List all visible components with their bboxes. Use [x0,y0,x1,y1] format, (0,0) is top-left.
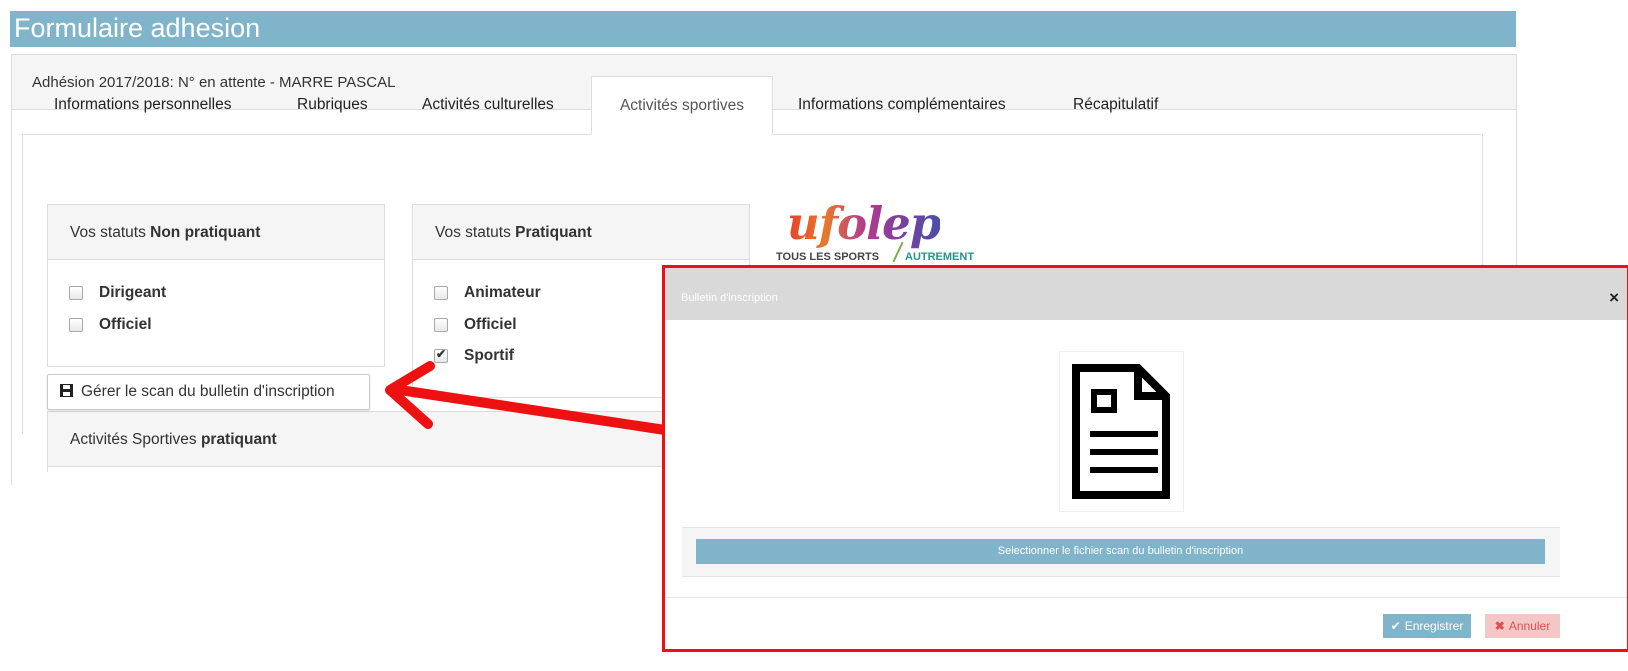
tab-recapitulatif[interactable]: Récapitulatif [1073,76,1158,133]
check-icon: ✔ [1390,619,1401,633]
checkbox-row-officiel-non-pratiquant[interactable]: Officiel [69,316,152,334]
tab-informations-personnelles[interactable]: Informations personnelles [54,76,232,133]
non-pratiquant-heading: Vos statuts Non pratiquant [48,205,384,260]
heading-prefix: Vos statuts [435,224,516,241]
logo-tagline-right: AUTREMENT [905,251,975,263]
checkbox-label: Dirigeant [99,284,167,301]
cancel-label: Annuler [1508,619,1551,633]
annotation-arrow [385,361,670,435]
select-file-button[interactable]: Selectionner le fichier scan du bulletin… [696,539,1545,564]
x-icon: ✖ [1494,619,1505,633]
pratiquant-heading: Vos statuts Pratiquant [413,205,749,260]
checkbox-officiel-pratiquant[interactable] [434,318,448,332]
page-title-bar: Formulaire adhesion [10,11,1516,47]
cancel-button[interactable]: ✖ Annuler [1485,614,1560,638]
tab-bar: Informations personnelles Rubriques Acti… [22,76,1481,135]
heading-prefix: Vos statuts [70,224,151,241]
tab-rubriques[interactable]: Rubriques [297,76,368,133]
checkbox-row-animateur[interactable]: Animateur [434,284,541,302]
ufolep-logo: ufolep TOUS LES SPORTS AUTREMENT [775,197,1005,265]
checkbox-label: Officiel [99,316,152,333]
checkbox-dirigeant[interactable] [69,286,83,300]
heading-bold: Pratiquant [515,224,592,241]
tab-activites-sportives[interactable]: Activités sportives [591,76,773,135]
floppy-disk-icon [60,384,73,400]
tab-informations-complementaires[interactable]: Informations complémentaires [798,76,1006,133]
logo-word: ufolep [787,197,941,250]
checkbox-row-officiel-pratiquant[interactable]: Officiel [434,316,517,334]
checkbox-officiel-non-pratiquant[interactable] [69,318,83,332]
modal-title: Bulletin d'inscription [681,292,778,304]
checkbox-label: Officiel [464,316,517,333]
document-icon [1072,364,1170,499]
heading-prefix: Activités Sportives [70,431,201,448]
file-select-well: Selectionner le fichier scan du bulletin… [682,527,1560,577]
document-preview [1059,351,1184,512]
non-pratiquant-box: Vos statuts Non pratiquant Dirigeant Off… [47,204,385,367]
modal-header: Bulletin d'inscription × [665,268,1627,320]
save-button[interactable]: ✔ Enregistrer [1383,614,1471,638]
checkbox-animateur[interactable] [434,286,448,300]
save-label: Enregistrer [1404,619,1464,633]
checkbox-label: Animateur [464,284,541,301]
manage-scan-label: Gérer le scan du bulletin d'inscription [81,383,335,400]
checkbox-row-dirigeant[interactable]: Dirigeant [69,284,166,302]
heading-bold: Non pratiquant [150,224,261,241]
manage-scan-button[interactable]: Gérer le scan du bulletin d'inscription [47,374,370,410]
logo-tagline-left: TOUS LES SPORTS [776,251,880,263]
heading-bold: pratiquant [200,431,277,448]
modal-footer-divider [665,597,1627,598]
tab-activites-culturelles[interactable]: Activités culturelles [422,76,554,133]
page-title: Formulaire adhesion [14,13,261,43]
bulletin-modal: Bulletin d'inscription × Selectionner le… [662,265,1628,652]
close-icon[interactable]: × [1609,288,1619,308]
